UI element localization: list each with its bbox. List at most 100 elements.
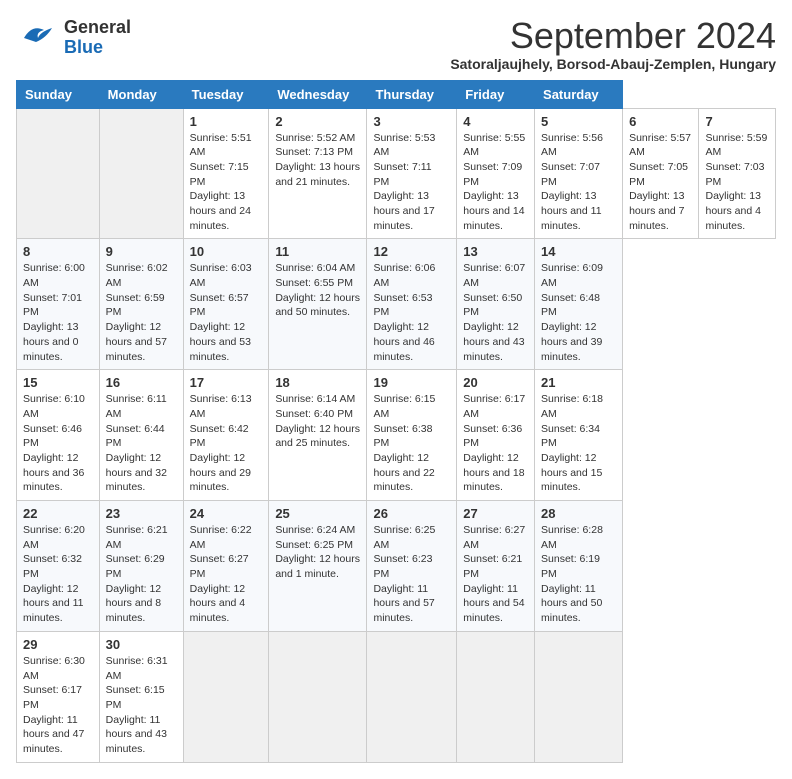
day-info: Sunrise: 5:59 AMSunset: 7:03 PMDaylight:… <box>705 131 769 234</box>
day-number: 27 <box>463 506 528 521</box>
daylight-text: Daylight: 12 hours and 22 minutes. <box>373 451 450 495</box>
day-info: Sunrise: 5:55 AMSunset: 7:09 PMDaylight:… <box>463 131 528 234</box>
sunrise-text: Sunrise: 6:07 AM <box>463 261 528 290</box>
daylight-text: Daylight: 13 hours and 21 minutes. <box>275 160 360 189</box>
calendar-cell: 13 Sunrise: 6:07 AMSunset: 6:50 PMDayligh… <box>457 239 535 370</box>
sunrise-text: Sunrise: 6:31 AM <box>106 654 177 683</box>
logo-icon <box>16 16 60 60</box>
calendar-cell: 10Sunrise: 6:03 AMSunset: 6:57 PMDayligh… <box>183 239 269 370</box>
daylight-text: Daylight: 11 hours and 50 minutes. <box>541 582 616 626</box>
day-number: 21 <box>541 375 616 390</box>
daylight-text: Daylight: 12 hours and 32 minutes. <box>106 451 177 495</box>
sunset-text: Sunset: 7:05 PM <box>629 160 692 189</box>
sunrise-text: Sunrise: 6:15 AM <box>373 392 450 421</box>
day-info: Sunrise: 6:17 AMSunset: 6:36 PMDaylight:… <box>463 392 528 495</box>
day-info: Sunrise: 6:10 AMSunset: 6:46 PMDaylight:… <box>23 392 93 495</box>
sunrise-text: Sunrise: 5:51 AM <box>190 131 263 160</box>
calendar-cell: 29Sunrise: 6:30 AMSunset: 6:17 PMDayligh… <box>17 631 100 762</box>
sunset-text: Sunset: 6:55 PM <box>275 276 360 291</box>
sunset-text: Sunset: 7:07 PM <box>541 160 616 189</box>
day-info: Sunrise: 5:56 AMSunset: 7:07 PMDaylight:… <box>541 131 616 234</box>
day-info: Sunrise: 6:31 AMSunset: 6:15 PMDaylight:… <box>106 654 177 757</box>
calendar-cell <box>17 108 100 239</box>
calendar-cell: 18 Sunrise: 6:14 AMSunset: 6:40 PMDayligh… <box>269 370 367 501</box>
day-info: Sunrise: 6:21 AMSunset: 6:29 PMDaylight:… <box>106 523 177 626</box>
daylight-text: Daylight: 13 hours and 11 minutes. <box>541 189 616 233</box>
sunrise-text: Sunrise: 5:53 AM <box>373 131 450 160</box>
day-number: 15 <box>23 375 93 390</box>
day-number: 30 <box>106 637 177 652</box>
day-info: Sunrise: 6:00 AMSunset: 7:01 PMDaylight:… <box>23 261 93 364</box>
col-friday: Friday <box>457 80 535 108</box>
sunset-text: Sunset: 6:53 PM <box>373 291 450 320</box>
calendar-cell <box>367 631 457 762</box>
sunset-text: Sunset: 6:34 PM <box>541 422 616 451</box>
col-thursday: Thursday <box>367 80 457 108</box>
day-info: Sunrise: 5:53 AMSunset: 7:11 PMDaylight:… <box>373 131 450 234</box>
col-saturday: Saturday <box>535 80 623 108</box>
sunrise-text: Sunrise: 6:02 AM <box>106 261 177 290</box>
sunrise-text: Sunrise: 6:14 AM <box>275 392 360 407</box>
sunrise-text: Sunrise: 6:13 AM <box>190 392 263 421</box>
day-number: 19 <box>373 375 450 390</box>
calendar-cell: 19 Sunrise: 6:15 AMSunset: 6:38 PMDayligh… <box>367 370 457 501</box>
sunset-text: Sunset: 7:01 PM <box>23 291 93 320</box>
sunrise-text: Sunrise: 6:11 AM <box>106 392 177 421</box>
daylight-text: Daylight: 12 hours and 39 minutes. <box>541 320 616 364</box>
day-number: 13 <box>463 244 528 259</box>
day-number: 17 <box>190 375 263 390</box>
daylight-text: Daylight: 12 hours and 43 minutes. <box>463 320 528 364</box>
day-info: Sunrise: 5:51 AMSunset: 7:15 PMDaylight:… <box>190 131 263 234</box>
daylight-text: Daylight: 12 hours and 36 minutes. <box>23 451 93 495</box>
day-number: 4 <box>463 114 528 129</box>
sunrise-text: Sunrise: 6:17 AM <box>463 392 528 421</box>
day-number: 7 <box>705 114 769 129</box>
sunrise-text: Sunrise: 6:09 AM <box>541 261 616 290</box>
location: Satoraljaujhely, Borsod-Abauj-Zemplen, H… <box>450 56 776 72</box>
sunrise-text: Sunrise: 6:04 AM <box>275 261 360 276</box>
daylight-text: Daylight: 13 hours and 4 minutes. <box>705 189 769 233</box>
sunset-text: Sunset: 6:57 PM <box>190 291 263 320</box>
calendar-cell: 8 Sunrise: 6:00 AMSunset: 7:01 PMDaylight… <box>17 239 100 370</box>
sunset-text: Sunset: 6:50 PM <box>463 291 528 320</box>
sunset-text: Sunset: 7:15 PM <box>190 160 263 189</box>
day-number: 28 <box>541 506 616 521</box>
day-info: Sunrise: 6:25 AMSunset: 6:23 PMDaylight:… <box>373 523 450 626</box>
day-number: 23 <box>106 506 177 521</box>
day-info: Sunrise: 6:20 AMSunset: 6:32 PMDaylight:… <box>23 523 93 626</box>
sunset-text: Sunset: 6:38 PM <box>373 422 450 451</box>
sunrise-text: Sunrise: 6:03 AM <box>190 261 263 290</box>
sunrise-text: Sunrise: 6:30 AM <box>23 654 93 683</box>
sunrise-text: Sunrise: 5:55 AM <box>463 131 528 160</box>
daylight-text: Daylight: 12 hours and 46 minutes. <box>373 320 450 364</box>
calendar-cell <box>535 631 623 762</box>
calendar-cell: 1Sunrise: 5:51 AMSunset: 7:15 PMDaylight… <box>183 108 269 239</box>
day-number: 3 <box>373 114 450 129</box>
day-number: 8 <box>23 244 93 259</box>
calendar-cell: 17Sunrise: 6:13 AMSunset: 6:42 PMDayligh… <box>183 370 269 501</box>
title-block: September 2024 Satoraljaujhely, Borsod-A… <box>450 16 776 72</box>
sunset-text: Sunset: 6:29 PM <box>106 552 177 581</box>
calendar-week-row: 29Sunrise: 6:30 AMSunset: 6:17 PMDayligh… <box>17 631 776 762</box>
day-number: 20 <box>463 375 528 390</box>
daylight-text: Daylight: 11 hours and 54 minutes. <box>463 582 528 626</box>
day-number: 10 <box>190 244 263 259</box>
col-sunday: Sunday <box>17 80 100 108</box>
day-number: 11 <box>275 244 360 259</box>
day-number: 18 <box>275 375 360 390</box>
sunset-text: Sunset: 6:17 PM <box>23 683 93 712</box>
day-info: Sunrise: 6:14 AMSunset: 6:40 PMDaylight:… <box>275 392 360 451</box>
sunset-text: Sunset: 6:21 PM <box>463 552 528 581</box>
day-number: 26 <box>373 506 450 521</box>
calendar-cell: 9Sunrise: 6:02 AMSunset: 6:59 PMDaylight… <box>99 239 183 370</box>
calendar-cell: 7 Sunrise: 5:59 AMSunset: 7:03 PMDaylight… <box>699 108 776 239</box>
calendar-cell <box>457 631 535 762</box>
day-number: 9 <box>106 244 177 259</box>
page-header: General Blue September 2024 Satoraljaujh… <box>16 16 776 72</box>
day-info: Sunrise: 6:24 AMSunset: 6:25 PMDaylight:… <box>275 523 360 582</box>
day-info: Sunrise: 6:18 AMSunset: 6:34 PMDaylight:… <box>541 392 616 495</box>
day-info: Sunrise: 5:52 AMSunset: 7:13 PMDaylight:… <box>275 131 360 190</box>
sunrise-text: Sunrise: 5:52 AM <box>275 131 360 146</box>
daylight-text: Daylight: 12 hours and 15 minutes. <box>541 451 616 495</box>
daylight-text: Daylight: 12 hours and 29 minutes. <box>190 451 263 495</box>
